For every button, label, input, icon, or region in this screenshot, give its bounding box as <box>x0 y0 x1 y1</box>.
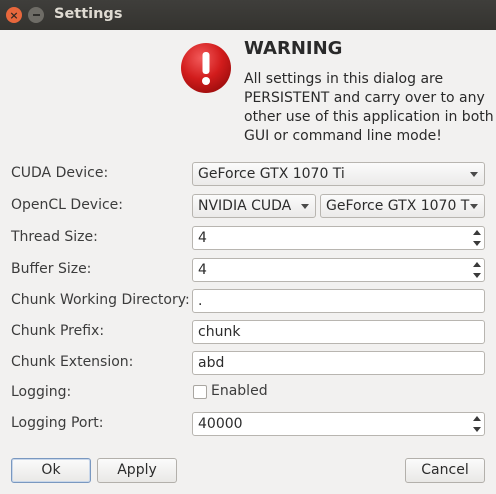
apply-button[interactable]: Apply <box>97 458 177 483</box>
chunk-dir-value: . <box>198 293 203 309</box>
opencl-device-value: GeForce GTX 1070 T <box>326 198 470 214</box>
spin-arrows-icon[interactable] <box>470 259 484 281</box>
chunk-prefix-value: chunk <box>198 324 241 340</box>
spin-arrows-icon[interactable] <box>470 227 484 249</box>
thread-size-spinbox[interactable]: 4 <box>192 226 485 250</box>
thread-size-label: Thread Size: <box>11 229 98 245</box>
cuda-device-value: GeForce GTX 1070 Ti <box>198 166 345 182</box>
opencl-device-combo[interactable]: GeForce GTX 1070 T <box>320 194 485 218</box>
thread-size-value: 4 <box>198 230 207 246</box>
opencl-device-label: OpenCL Device: <box>11 197 124 213</box>
buffer-size-spinbox[interactable]: 4 <box>192 258 485 282</box>
cuda-device-label: CUDA Device: <box>11 165 109 181</box>
warning-message: All settings in this dialog are PERSISTE… <box>244 71 494 144</box>
cancel-button[interactable]: Cancel <box>405 458 485 483</box>
minimize-icon[interactable] <box>28 7 44 23</box>
logging-label: Logging: <box>11 384 72 400</box>
opencl-platform-value: NVIDIA CUDA <box>198 198 292 214</box>
warning-heading: WARNING <box>244 38 343 59</box>
title-bar: × Settings <box>0 0 496 30</box>
opencl-platform-combo[interactable]: NVIDIA CUDA <box>192 194 316 218</box>
warning-icon <box>181 43 231 93</box>
logging-checkbox[interactable] <box>193 385 207 399</box>
chunk-ext-label: Chunk Extension: <box>11 354 134 370</box>
cuda-device-combo[interactable]: GeForce GTX 1070 Ti <box>192 162 485 186</box>
buffer-size-label: Buffer Size: <box>11 261 92 277</box>
buffer-size-value: 4 <box>198 262 207 278</box>
chevron-down-icon <box>470 172 478 177</box>
chunk-prefix-label: Chunk Prefix: <box>11 323 105 339</box>
logging-checkbox-label[interactable]: Enabled <box>211 383 268 399</box>
close-icon[interactable]: × <box>6 7 22 23</box>
chunk-dir-input[interactable]: . <box>192 289 485 313</box>
spin-arrows-icon[interactable] <box>470 413 484 435</box>
chunk-ext-input[interactable]: abd <box>192 351 485 375</box>
chunk-ext-value: abd <box>198 355 225 371</box>
logging-port-value: 40000 <box>198 416 243 432</box>
chevron-down-icon <box>301 204 309 209</box>
logging-port-spinbox[interactable]: 40000 <box>192 412 485 436</box>
chevron-down-icon <box>470 204 478 209</box>
ok-button[interactable]: Ok <box>11 458 91 483</box>
chunk-prefix-input[interactable]: chunk <box>192 320 485 344</box>
chunk-dir-label: Chunk Working Directory: <box>11 292 190 308</box>
logging-port-label: Logging Port: <box>11 415 104 431</box>
window-title: Settings <box>54 6 123 22</box>
